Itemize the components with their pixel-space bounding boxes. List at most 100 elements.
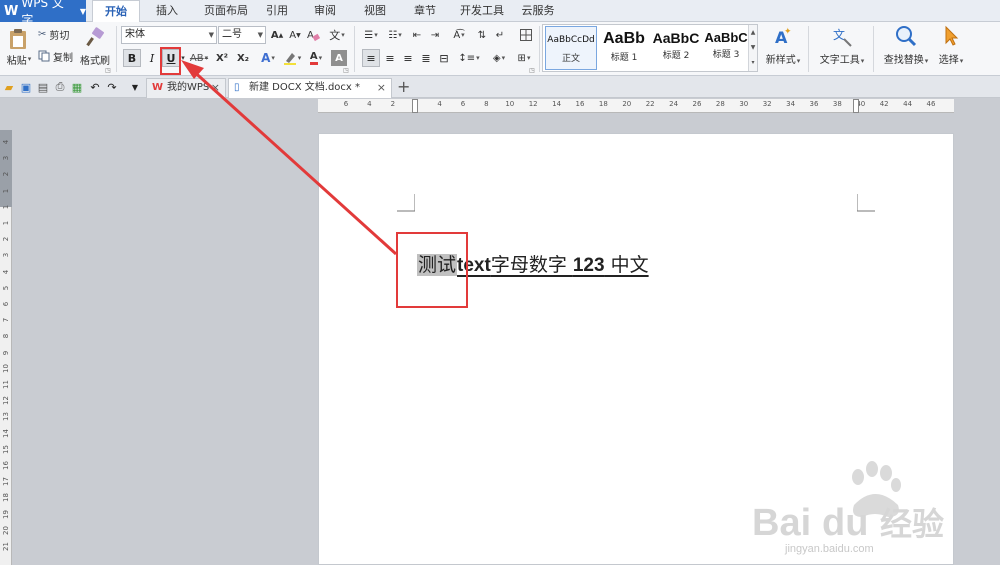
quick-access-dropdown[interactable]: ▼ xyxy=(128,80,142,94)
tab-my-wps[interactable]: W 我的WPS × xyxy=(146,78,226,98)
char-shading-button[interactable]: A xyxy=(331,50,347,66)
line-spacing-button[interactable]: ↕≡ ▾ xyxy=(458,50,480,66)
undo-button[interactable]: ↶ xyxy=(88,80,102,94)
redo-button[interactable]: ↷ xyxy=(105,80,119,94)
find-replace-button[interactable]: 查找替换▾ xyxy=(878,25,934,66)
ruler-number: 3 xyxy=(2,253,10,258)
close-icon[interactable]: × xyxy=(211,79,220,97)
save-button[interactable]: ▣ xyxy=(19,80,33,94)
text-effect-button[interactable]: A ▾ xyxy=(258,50,278,66)
table-grid-button[interactable] xyxy=(518,27,534,43)
vertical-ruler[interactable]: 4 3 2 1 1 1 2 3 4 5 6 7 8 9 10 11 12 13 14 15 16 17 18 19 20 21 xyxy=(0,130,12,565)
copy-button[interactable]: 复制 xyxy=(38,48,76,64)
strikethrough-button[interactable]: AB ▾ xyxy=(188,50,210,66)
new-style-button[interactable]: A ✦ 新样式▾ xyxy=(764,25,802,66)
shrink-font-button[interactable]: A ▼ xyxy=(288,27,302,43)
new-tab-button[interactable]: + xyxy=(397,78,410,96)
app-menu-button[interactable]: W WPS 文字 ▼ xyxy=(0,0,86,27)
print-preview-button[interactable]: ▤ xyxy=(36,80,50,94)
divider xyxy=(539,26,540,72)
justify-button[interactable]: ≣ xyxy=(417,49,435,67)
bold-button[interactable]: B xyxy=(123,49,141,67)
align-left-button[interactable]: ≡ xyxy=(362,49,380,67)
ruler-number: 21 xyxy=(2,542,10,551)
font-size-combo[interactable]: 二号 ▼ xyxy=(218,26,266,44)
wps-logo-icon: W xyxy=(152,82,164,93)
align-center-button[interactable]: ≡ xyxy=(381,49,399,67)
paragraph-dialog-launcher-icon[interactable]: ◳ xyxy=(528,66,536,74)
ruler-number: 10 xyxy=(2,363,10,373)
text-run[interactable]: 中文 xyxy=(605,254,649,276)
tab-section[interactable]: 章节 xyxy=(406,0,444,22)
brush-icon xyxy=(86,27,104,47)
tab-insert[interactable]: 插入 xyxy=(145,0,189,22)
increase-indent-button[interactable]: ⇥ xyxy=(427,27,443,43)
grow-font-button[interactable]: A ▲ xyxy=(270,27,284,43)
style-heading-1[interactable]: AaBb 标题 1 xyxy=(598,26,650,70)
close-icon[interactable]: × xyxy=(377,79,386,97)
divider xyxy=(808,26,809,72)
tab-references[interactable]: 引用 xyxy=(258,0,296,22)
style-normal[interactable]: AaBbCcDd 正文 xyxy=(545,26,597,70)
select-button[interactable]: 选择▾ xyxy=(934,25,968,66)
paste-label: 粘贴 xyxy=(6,55,27,67)
numbering-button[interactable]: ☷ ▾ xyxy=(384,27,406,43)
paint-bucket-icon: ◈ xyxy=(492,52,501,64)
subscript-button[interactable]: X₂ xyxy=(234,50,252,66)
dialog-launcher-icon[interactable]: ◳ xyxy=(104,66,112,74)
highlight-button[interactable]: ▾ xyxy=(281,50,303,66)
superscript-button[interactable]: X² xyxy=(213,50,231,66)
gallery-scroll[interactable]: ▲ ▼ ▾ xyxy=(748,25,757,71)
tab-view[interactable]: 视图 xyxy=(356,0,394,22)
ruler-number: 34 xyxy=(786,100,796,108)
tab-page-layout[interactable]: 页面布局 xyxy=(196,0,256,22)
align-right-button[interactable]: ≡ xyxy=(399,49,417,67)
left-indent-marker[interactable] xyxy=(412,99,418,113)
text-run-number[interactable]: 123 xyxy=(573,255,605,276)
horizontal-ruler[interactable]: 6422468101214161820222426283032343638404… xyxy=(318,99,954,113)
tab-review[interactable]: 审阅 xyxy=(306,0,344,22)
style-heading-2[interactable]: AaBbC 标题 2 xyxy=(650,26,702,70)
show-marks-button[interactable]: ↵ xyxy=(492,27,508,43)
ruler-number: 6 xyxy=(2,301,10,307)
tab-current-document[interactable]: ▯ 新建 DOCX 文档.docx * × xyxy=(228,78,392,98)
font-dialog-launcher-icon[interactable]: ◳ xyxy=(342,66,350,74)
ruler-number: 16 xyxy=(575,100,585,108)
open-button[interactable]: ▰ xyxy=(2,80,16,94)
print-button[interactable]: ⎙ xyxy=(53,80,67,94)
ruler-number: 9 xyxy=(2,350,10,355)
tab-cloud[interactable]: 云服务 xyxy=(516,0,560,22)
ruler-number: 2 xyxy=(2,236,10,242)
borders-button[interactable]: ⊞ ▾ xyxy=(513,50,535,66)
bullet-list-icon: ☰ xyxy=(364,29,374,41)
bullets-button[interactable]: ☰ ▾ xyxy=(360,27,382,43)
chinese-layout-button[interactable]: A͡ ▾ xyxy=(448,27,470,43)
decrease-indent-button[interactable]: ⇤ xyxy=(409,27,425,43)
text-run[interactable]: 字母数字 xyxy=(491,254,573,276)
ruler-number: 26 xyxy=(692,100,702,108)
paste-button[interactable] xyxy=(4,26,32,52)
distributed-button[interactable]: ⊟ xyxy=(435,49,453,67)
preview-icon: ▤ xyxy=(37,80,49,94)
margin-corner-mark xyxy=(397,194,415,212)
style-heading-3[interactable]: AaBbC 标题 3 xyxy=(700,26,752,70)
tab-developer[interactable]: 开发工具 xyxy=(456,0,508,22)
text-tools-button[interactable]: 文 文字工具▾ xyxy=(815,25,869,66)
export-pdf-button[interactable]: ▦ xyxy=(70,80,84,94)
scissors-icon: ✂ xyxy=(38,28,47,40)
phonetic-button[interactable]: 文 ▾ xyxy=(326,27,348,43)
sort-button[interactable]: ⇅ xyxy=(474,27,490,43)
shading-button[interactable]: ◈ ▾ xyxy=(487,50,511,66)
format-painter-button[interactable] xyxy=(80,26,110,48)
ruler-number: 19 xyxy=(2,509,10,519)
font-name-combo[interactable]: 宋体 ▼ xyxy=(121,26,217,44)
chevron-down-icon: ▼ xyxy=(208,31,214,39)
font-color-button[interactable]: A ▾ xyxy=(305,50,327,66)
ruler-number: 24 xyxy=(669,100,679,108)
clear-format-button[interactable]: A xyxy=(306,27,320,43)
svg-text:A: A xyxy=(307,30,314,41)
right-indent-marker[interactable] xyxy=(853,99,859,113)
cut-button[interactable]: ✂ 剪切 xyxy=(38,26,76,42)
italic-button[interactable]: I xyxy=(143,49,161,67)
tab-home[interactable]: 开始 xyxy=(92,0,140,23)
